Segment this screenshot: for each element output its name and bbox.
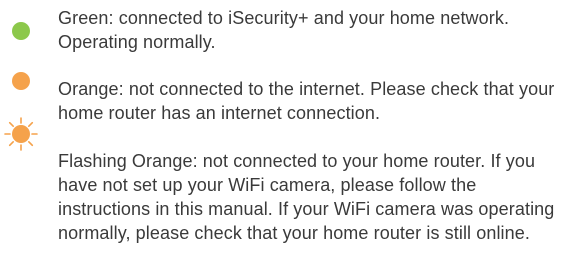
legend-text-orange: Orange: not connected to the internet. P… <box>58 79 555 123</box>
legend-text-flashing-orange: Flashing Orange: not connected to your h… <box>58 151 555 243</box>
flashing-orange-dot-icon <box>4 117 38 151</box>
green-dot-icon <box>12 22 30 40</box>
legend-text-green: Green: connected to iSecurity+ and your … <box>58 8 510 52</box>
orange-dot-icon <box>12 72 30 90</box>
